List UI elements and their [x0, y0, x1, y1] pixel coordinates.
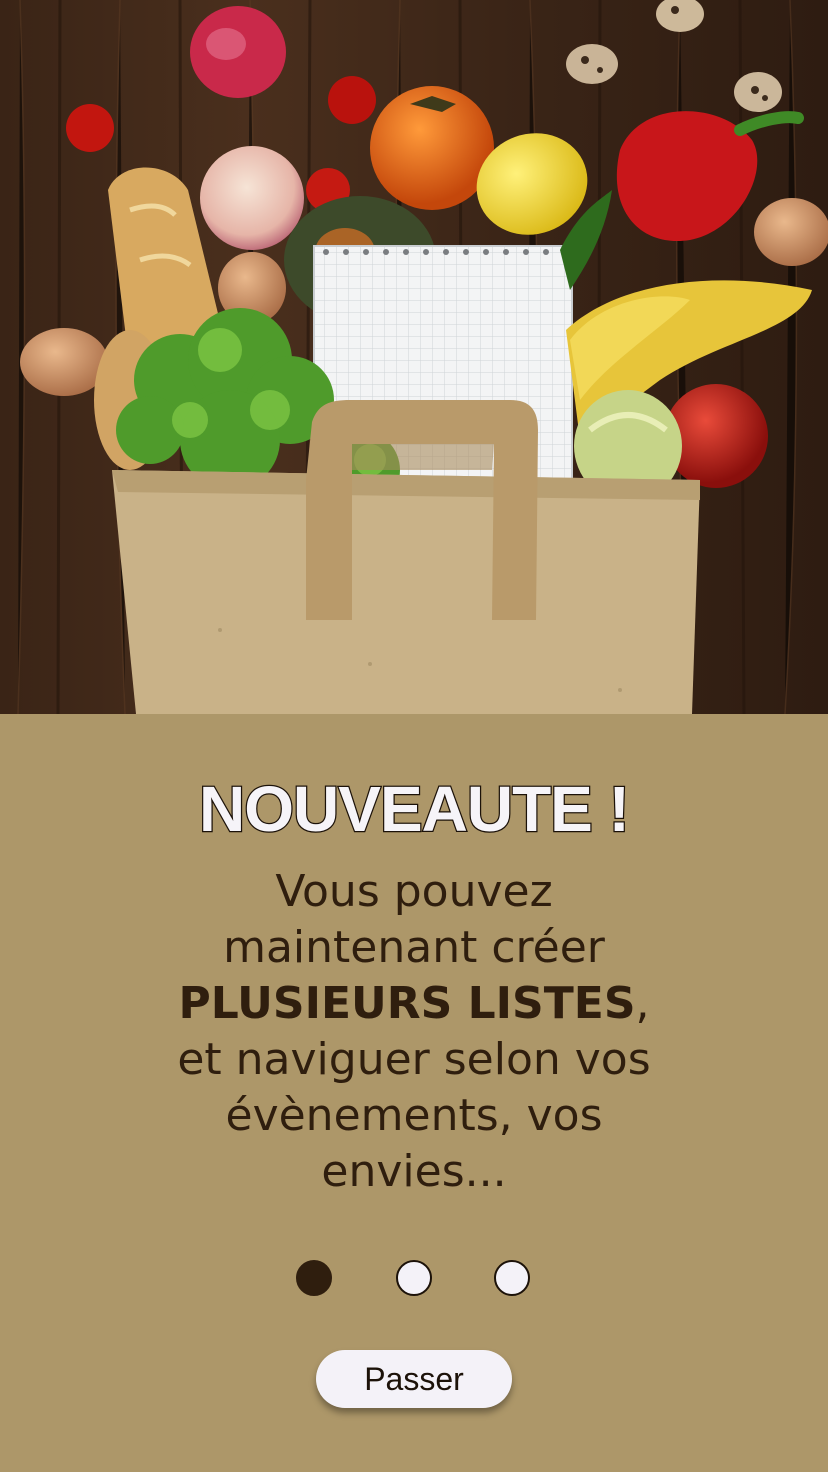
message-emphasis: PLUSIEURS LISTES: [178, 978, 636, 1029]
message-line-6: envies...: [321, 1146, 507, 1197]
grocery-bag-illustration: [0, 0, 828, 714]
onboarding-message: Vous pouvez maintenant créer PLUSIEURS L…: [150, 864, 678, 1200]
message-line-5: évènements, vos: [225, 1090, 603, 1141]
message-line-1: Vous pouvez: [275, 866, 553, 917]
message-line-4: et naviguer selon vos: [177, 1034, 651, 1085]
onboarding-panel: NOUVEAUTE ! Vous pouvez maintenant créer…: [0, 714, 828, 1472]
hero-image: [0, 0, 828, 714]
page-dot-3[interactable]: [494, 1260, 530, 1296]
message-line-2: maintenant créer: [223, 922, 605, 973]
skip-button[interactable]: Passer: [316, 1350, 512, 1408]
message-comma: ,: [635, 978, 650, 1029]
onboarding-title: NOUVEAUTE !: [198, 772, 631, 847]
page-dot-1[interactable]: [296, 1260, 332, 1296]
message-line-3: PLUSIEURS LISTES,: [150, 976, 678, 1032]
page-dot-2[interactable]: [396, 1260, 432, 1296]
page-indicator: [0, 1260, 828, 1300]
